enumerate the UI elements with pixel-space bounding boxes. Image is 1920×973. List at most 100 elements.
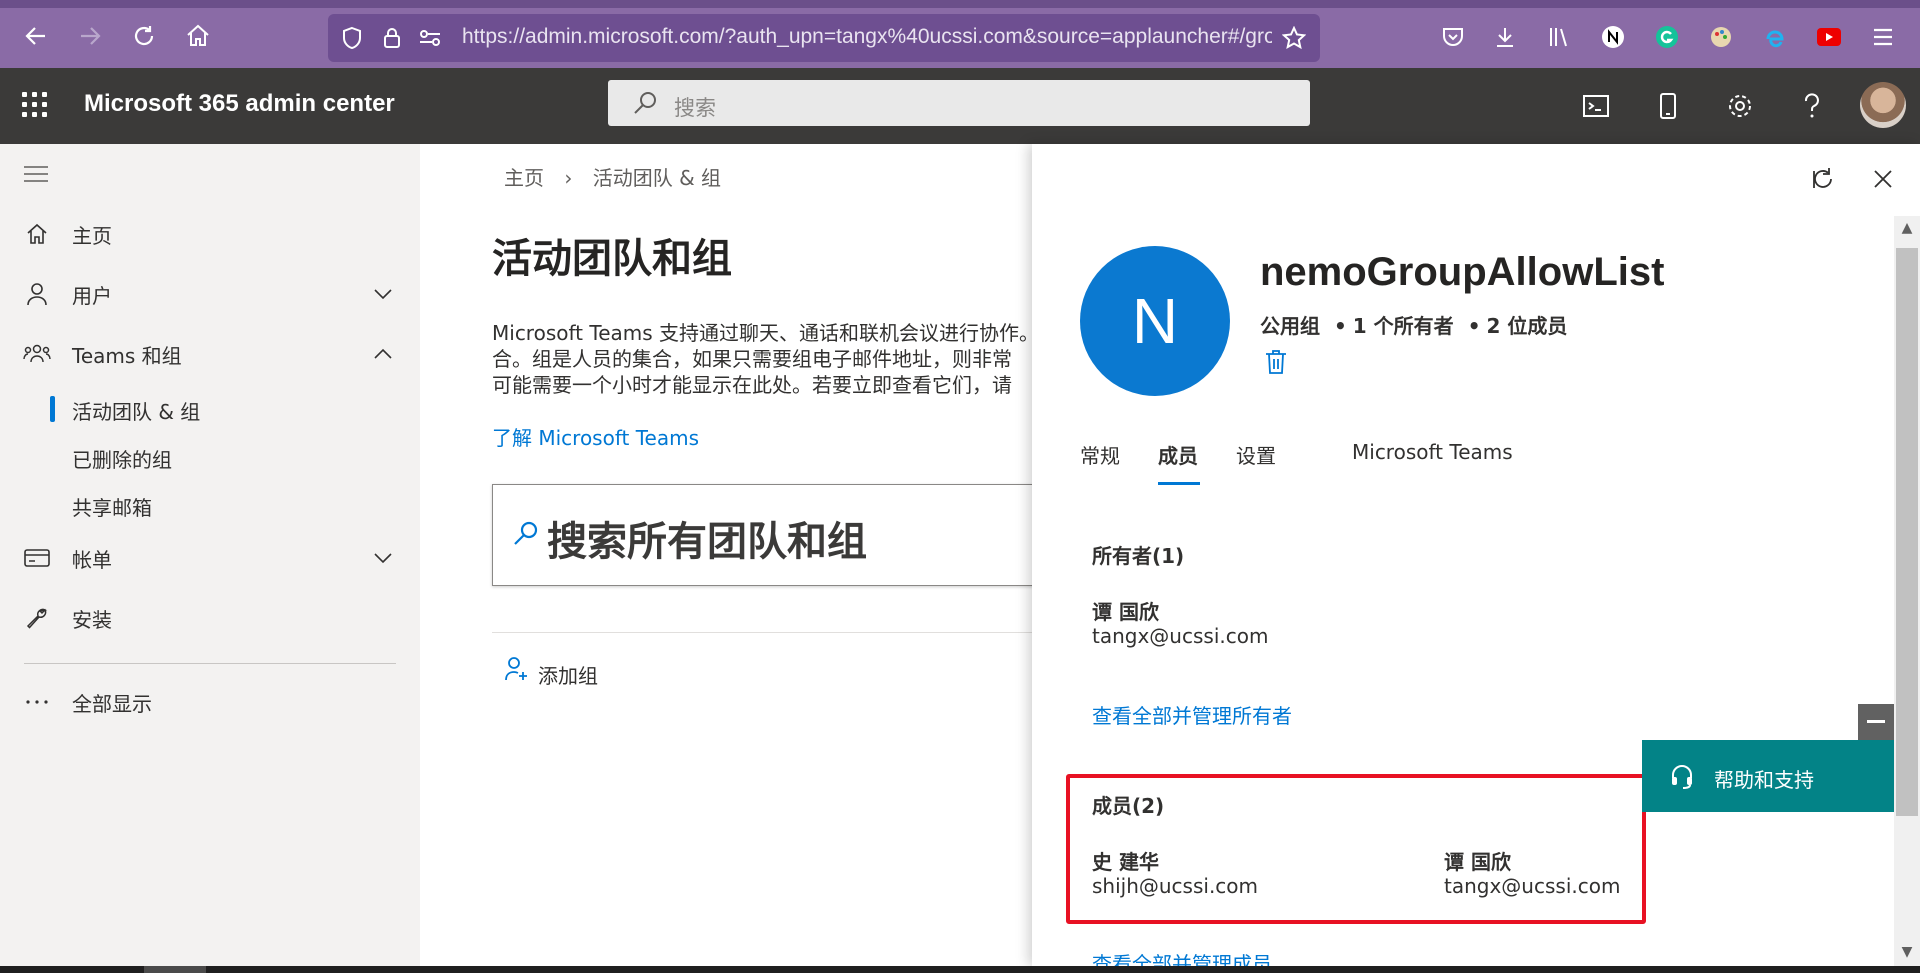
- people-icon: [22, 339, 52, 369]
- search-placeholder: 搜索所有团队和组: [547, 519, 867, 565]
- card-icon: [22, 543, 52, 573]
- chevron-up-icon: [372, 343, 394, 365]
- main-content: 主页 › 活动团队 & 组 活动团队和组 Microsoft Teams 支持通…: [420, 144, 1054, 966]
- library-icon[interactable]: [1544, 22, 1574, 52]
- back-arrow-icon[interactable]: [18, 18, 54, 54]
- bookmark-star-icon[interactable]: [1280, 24, 1308, 52]
- chevron-down-icon: [372, 547, 394, 569]
- search-icon: [511, 519, 541, 549]
- tab-settings[interactable]: 设置: [1236, 440, 1276, 469]
- manage-owners-link[interactable]: 查看全部并管理所有者: [1092, 700, 1292, 729]
- breadcrumb-home[interactable]: 主页: [504, 166, 544, 190]
- sidebar-item-label: Teams 和组: [72, 343, 182, 368]
- grammarly-icon[interactable]: [1652, 22, 1682, 52]
- group-type: 公用组: [1260, 314, 1320, 338]
- description-line: Microsoft Teams 支持通过聊天、通话和联机会议进行协作。: [492, 321, 1040, 345]
- trash-icon[interactable]: [1264, 348, 1288, 376]
- edge-extension-icon[interactable]: [1760, 22, 1790, 52]
- group-meta: 公用组 • 1 个所有者 • 2 位成员: [1260, 310, 1567, 339]
- browser-toolbar: https://admin.microsoft.com/?auth_upn=ta…: [0, 0, 1920, 78]
- home-icon: [22, 219, 52, 249]
- sidebar-item-label: 安装: [72, 607, 112, 632]
- sidebar-item-show-all[interactable]: 全部显示: [0, 682, 420, 722]
- divider: [492, 632, 1052, 633]
- address-bar[interactable]: https://admin.microsoft.com/?auth_upn=ta…: [328, 14, 1320, 62]
- help-support-button[interactable]: 帮助和支持: [1642, 740, 1894, 812]
- sidebar-subitem-active-teams-groups[interactable]: 活动团队 & 组: [72, 396, 200, 425]
- forward-arrow-icon[interactable]: [72, 18, 108, 54]
- shield-icon[interactable]: [338, 24, 366, 52]
- add-person-icon: [504, 656, 530, 682]
- sidebar-item-label: 用户: [72, 283, 112, 308]
- members-count: 2 位成员: [1486, 314, 1568, 338]
- help-icon[interactable]: [1796, 90, 1828, 122]
- owners-count: 1 个所有者: [1352, 314, 1454, 338]
- owner-name: 谭 国欣: [1092, 600, 1159, 624]
- gear-icon[interactable]: [1724, 90, 1756, 122]
- sidebar-item-label: 主页: [72, 223, 112, 248]
- left-navigation: 主页 用户 Teams 和组 活动团队 & 组 已删除的组 共享邮箱 帐单 安装…: [0, 144, 420, 966]
- sidebar-item-users[interactable]: 用户: [0, 274, 420, 314]
- group-name: nemoGroupAllowList: [1260, 250, 1665, 294]
- url-text[interactable]: https://admin.microsoft.com/?auth_upn=ta…: [462, 25, 1272, 53]
- scroll-up-icon[interactable]: ▲: [1896, 218, 1918, 238]
- search-placeholder: 搜索: [674, 96, 716, 120]
- sidebar-item-label: 全部显示: [72, 691, 152, 716]
- sidebar-subitem-shared-mailboxes[interactable]: 共享邮箱: [72, 492, 152, 521]
- minimize-help-button[interactable]: [1858, 704, 1894, 740]
- sidebar-item-billing[interactable]: 帐单: [0, 538, 420, 578]
- member-email: tangx@ucssi.com: [1444, 874, 1621, 898]
- manage-members-link[interactable]: 查看全部并管理成员: [1092, 948, 1272, 966]
- sidebar-item-home[interactable]: 主页: [0, 214, 420, 254]
- page-title: 活动团队和组: [492, 236, 732, 282]
- youtube-icon[interactable]: [1814, 22, 1844, 52]
- pocket-icon[interactable]: [1438, 22, 1468, 52]
- wrench-icon: [22, 603, 52, 633]
- menu-icon[interactable]: [1868, 22, 1898, 52]
- active-indicator: [50, 396, 55, 422]
- sidebar-item-setup[interactable]: 安装: [0, 598, 420, 638]
- tab-microsoft-teams[interactable]: Microsoft Teams: [1352, 440, 1513, 464]
- teams-groups-search-input[interactable]: 搜索所有团队和组: [492, 484, 1054, 586]
- breadcrumb: 主页 › 活动团队 & 组: [504, 162, 735, 191]
- help-support-label: 帮助和支持: [1714, 768, 1814, 792]
- group-details-panel: N nemoGroupAllowList 公用组 • 1 个所有者 • 2 位成员 常规…: [1032, 144, 1920, 966]
- terminal-icon[interactable]: [1580, 90, 1612, 122]
- sidebar-subitem-deleted-groups[interactable]: 已删除的组: [72, 444, 172, 473]
- sidebar-item-label: 帐单: [72, 547, 112, 572]
- owner-email: tangx@ucssi.com: [1092, 624, 1269, 648]
- chevron-down-icon: [372, 283, 394, 305]
- chevron-right-icon: ›: [564, 166, 573, 190]
- page-description: Microsoft Teams 支持通过聊天、通话和联机会议进行协作。 合。组是…: [492, 320, 1052, 398]
- color-palette-icon[interactable]: [1706, 22, 1736, 52]
- learn-teams-link[interactable]: 了解 Microsoft Teams: [492, 422, 699, 451]
- headset-icon: [1668, 762, 1696, 790]
- more-icon: [22, 687, 52, 717]
- avatar[interactable]: [1860, 82, 1906, 128]
- search-input[interactable]: 搜索: [608, 80, 1310, 126]
- add-group-label: 添加组: [538, 664, 598, 688]
- tab-members[interactable]: 成员: [1158, 440, 1198, 469]
- tab-general[interactable]: 常规: [1080, 440, 1120, 469]
- scroll-down-icon[interactable]: ▼: [1896, 942, 1918, 962]
- close-icon[interactable]: [1866, 162, 1900, 196]
- lock-icon[interactable]: [378, 24, 406, 52]
- app-title[interactable]: Microsoft 365 admin center: [84, 90, 395, 118]
- owners-section-title: 所有者(1): [1092, 544, 1185, 568]
- taskbar-segment: [144, 966, 206, 973]
- mobile-icon[interactable]: [1652, 90, 1684, 122]
- description-line: 可能需要一个小时才能显示在此处。若要立即查看它们，请: [492, 373, 1012, 397]
- download-icon[interactable]: [1490, 22, 1520, 52]
- permissions-icon[interactable]: [416, 24, 444, 52]
- scrollbar-thumb[interactable]: [1896, 248, 1918, 816]
- notion-extension-icon[interactable]: [1598, 22, 1628, 52]
- sidebar-item-teams-groups[interactable]: Teams 和组: [0, 334, 420, 374]
- breadcrumb-current: 活动团队 & 组: [592, 166, 722, 190]
- collapse-nav-icon[interactable]: [24, 164, 48, 184]
- app-launcher-icon[interactable]: [22, 92, 48, 118]
- refresh-icon[interactable]: [1806, 162, 1840, 196]
- member-name: 谭 国欣: [1444, 850, 1511, 874]
- browser-tab-strip: [0, 0, 1920, 8]
- home-browser-icon[interactable]: [180, 18, 216, 54]
- reload-icon[interactable]: [126, 18, 162, 54]
